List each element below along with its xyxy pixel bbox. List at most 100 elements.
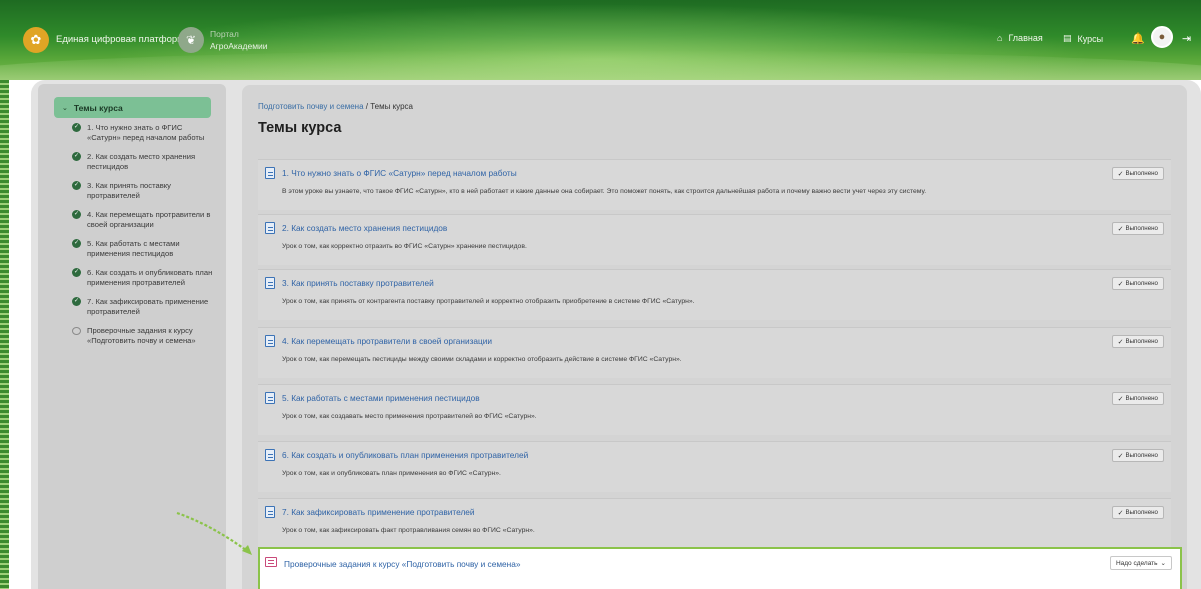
- status-badge: ✓ Выполнено: [1111, 449, 1164, 462]
- sidebar-item-label: 4. Как перемещать протравители в своей о…: [87, 210, 211, 229]
- sidebar-item-lesson-2[interactable]: ✓ 2. Как создать место хранения пестицид…: [72, 152, 217, 172]
- check-circle-icon: ✓: [72, 297, 81, 306]
- annotation-arrow-icon: [176, 511, 252, 555]
- status-badge: ✓ Выполнено: [1111, 392, 1164, 405]
- lesson-title-link[interactable]: 5. Как работать с местами применения пес…: [282, 393, 480, 403]
- sidebar-item-lesson-1[interactable]: ✓ 1. Что нужно знать о ФГИС «Сатурн» пер…: [72, 123, 217, 143]
- sidebar-item-lesson-6[interactable]: ✓ 6. Как создать и опубликовать план при…: [72, 268, 217, 288]
- status-dropdown[interactable]: Надо сделать ⌄: [1109, 556, 1172, 570]
- sidebar-header-label: Темы курса: [73, 102, 123, 113]
- platform-logo-icon[interactable]: ✿: [23, 27, 49, 53]
- lesson-description: В этом уроке вы узнаете, что такое ФГИС …: [282, 188, 927, 195]
- check-circle-icon: ✓: [72, 268, 81, 277]
- status-badge: ✓ Выполнено: [1111, 335, 1164, 348]
- platform-brand-link[interactable]: Единая цифровая платформа: [56, 34, 189, 45]
- check-icon: ✓: [1117, 170, 1124, 178]
- status-label: Выполнено: [1125, 225, 1158, 232]
- document-icon: [265, 392, 275, 404]
- lesson-title-link[interactable]: 2. Как создать место хранения пестицидов: [282, 223, 447, 233]
- check-icon: ✓: [1117, 395, 1124, 403]
- status-label: Выполнено: [1125, 170, 1158, 177]
- sidebar-item-label: 5. Как работать с местами применения пес…: [87, 239, 180, 258]
- lesson-description: Урок о том, как корректно отразить во ФГ…: [282, 243, 527, 250]
- status-label: Выполнено: [1125, 452, 1158, 459]
- sidebar-item-label: 7. Как зафиксировать применение протрави…: [87, 297, 209, 316]
- status-badge: ✓ Выполнено: [1111, 222, 1164, 235]
- top-header: ✿ Единая цифровая платформа ❦ Портал Агр…: [0, 0, 1201, 80]
- nav-home-label: Главная: [1008, 33, 1043, 43]
- check-icon: ✓: [1117, 509, 1124, 517]
- lesson-description: Урок о том, как принять от контрагента п…: [282, 298, 695, 305]
- status-badge: ✓ Выполнено: [1111, 167, 1164, 180]
- lesson-description: Урок о том, как и опубликовать план прим…: [282, 470, 501, 477]
- document-icon: [265, 449, 275, 461]
- sidebar-item-label: 6. Как создать и опубликовать план приме…: [87, 268, 213, 287]
- document-icon: [265, 277, 275, 289]
- lesson-row-6: 6. Как создать и опубликовать план приме…: [258, 441, 1171, 492]
- quiz-icon: [265, 557, 277, 567]
- status-label: Выполнено: [1125, 395, 1158, 402]
- sidebar-item-lesson-4[interactable]: ✓ 4. Как перемещать протравители в своей…: [72, 210, 217, 230]
- document-icon: [265, 167, 275, 179]
- sidebar-topic-list: ✓ 1. Что нужно знать о ФГИС «Сатурн» пер…: [72, 123, 217, 355]
- check-icon: ✓: [1117, 280, 1124, 288]
- status-label: Выполнено: [1125, 509, 1158, 516]
- sidebar-item-lesson-3[interactable]: ✓ 3. Как принять поставку протравителей: [72, 181, 217, 201]
- lesson-row-7: 7. Как зафиксировать применение протрави…: [258, 498, 1171, 549]
- test-assignment-row: Проверочные задания к курсу «Подготовить…: [258, 547, 1182, 589]
- portal-logo-icon[interactable]: ❦: [178, 27, 204, 53]
- logout-icon[interactable]: ⇥: [1182, 32, 1191, 45]
- sidebar-item-lesson-7[interactable]: ✓ 7. Как зафиксировать применение протра…: [72, 297, 217, 317]
- chevron-down-icon: ⌄: [1160, 560, 1166, 567]
- sidebar-item-test[interactable]: Проверочные задания к курсу «Подготовить…: [72, 326, 217, 346]
- status-badge: ✓ Выполнено: [1111, 506, 1164, 519]
- user-avatar[interactable]: ●: [1151, 26, 1173, 48]
- breadcrumb: Подготовить почву и семена / Темы курса: [258, 102, 413, 111]
- check-icon: ✓: [1117, 225, 1124, 233]
- lesson-description: Урок о том, как создавать место применен…: [282, 413, 537, 420]
- test-title-link[interactable]: Проверочные задания к курсу «Подготовить…: [284, 559, 520, 569]
- lesson-description: Урок о том, как перемещать пестициды меж…: [282, 356, 682, 363]
- check-circle-icon: ✓: [72, 210, 81, 219]
- lesson-title-link[interactable]: 1. Что нужно знать о ФГИС «Сатурн» перед…: [282, 168, 517, 178]
- portal-title: АгроАкадемии: [210, 41, 268, 51]
- lesson-row-3: 3. Как принять поставку протравителей Ур…: [258, 269, 1171, 320]
- lesson-title-link[interactable]: 7. Как зафиксировать применение протрави…: [282, 507, 475, 517]
- sidebar-topics-toggle[interactable]: ⌄ Темы курса: [54, 97, 211, 118]
- home-icon: ⌂: [997, 33, 1003, 43]
- status-label: Надо сделать: [1115, 559, 1158, 567]
- lesson-row-5: 5. Как работать с местами применения пес…: [258, 384, 1171, 435]
- breadcrumb-separator: /: [365, 102, 368, 111]
- lesson-title-link[interactable]: 4. Как перемещать протравители в своей о…: [282, 336, 492, 346]
- status-label: Выполнено: [1125, 280, 1158, 287]
- document-icon: [265, 335, 275, 347]
- check-icon: ✓: [1117, 452, 1124, 460]
- check-circle-icon: ✓: [72, 239, 81, 248]
- breadcrumb-current: Темы курса: [370, 102, 413, 111]
- chevron-down-icon: ⌄: [62, 104, 68, 112]
- portal-label: Портал: [210, 29, 239, 39]
- lesson-title-link[interactable]: 6. Как создать и опубликовать план приме…: [282, 450, 528, 460]
- sidebar-item-lesson-5[interactable]: ✓ 5. Как работать с местами применения п…: [72, 239, 217, 259]
- empty-circle-icon: [72, 327, 81, 335]
- lesson-title-link[interactable]: 3. Как принять поставку протравителей: [282, 278, 434, 288]
- check-circle-icon: ✓: [72, 123, 81, 132]
- sidebar-item-label: Проверочные задания к курсу «Подготовить…: [87, 326, 196, 345]
- breadcrumb-parent-link[interactable]: Подготовить почву и семена: [258, 102, 364, 111]
- lesson-description: Урок о том, как зафиксировать факт протр…: [282, 527, 535, 534]
- nav-courses-link[interactable]: ▤ Курсы: [1063, 33, 1103, 44]
- document-icon: [265, 506, 275, 518]
- status-label: Выполнено: [1125, 338, 1158, 345]
- portal-name[interactable]: Портал АгроАкадемии: [210, 28, 268, 52]
- check-circle-icon: ✓: [72, 152, 81, 161]
- status-badge: ✓ Выполнено: [1111, 277, 1164, 290]
- decorative-edge: [0, 80, 9, 589]
- sidebar-item-label: 2. Как создать место хранения пестицидов: [87, 152, 196, 171]
- check-icon: ✓: [1117, 338, 1124, 346]
- nav-home-link[interactable]: ⌂ Главная: [997, 33, 1043, 43]
- notification-bell-icon[interactable]: 🔔: [1131, 32, 1145, 45]
- nav-courses-label: Курсы: [1077, 33, 1104, 44]
- sidebar-item-label: 1. Что нужно знать о ФГИС «Сатурн» перед…: [87, 123, 205, 142]
- lesson-row-4: 4. Как перемещать протравители в своей о…: [258, 327, 1171, 378]
- lesson-row-1: 1. Что нужно знать о ФГИС «Сатурн» перед…: [258, 159, 1171, 210]
